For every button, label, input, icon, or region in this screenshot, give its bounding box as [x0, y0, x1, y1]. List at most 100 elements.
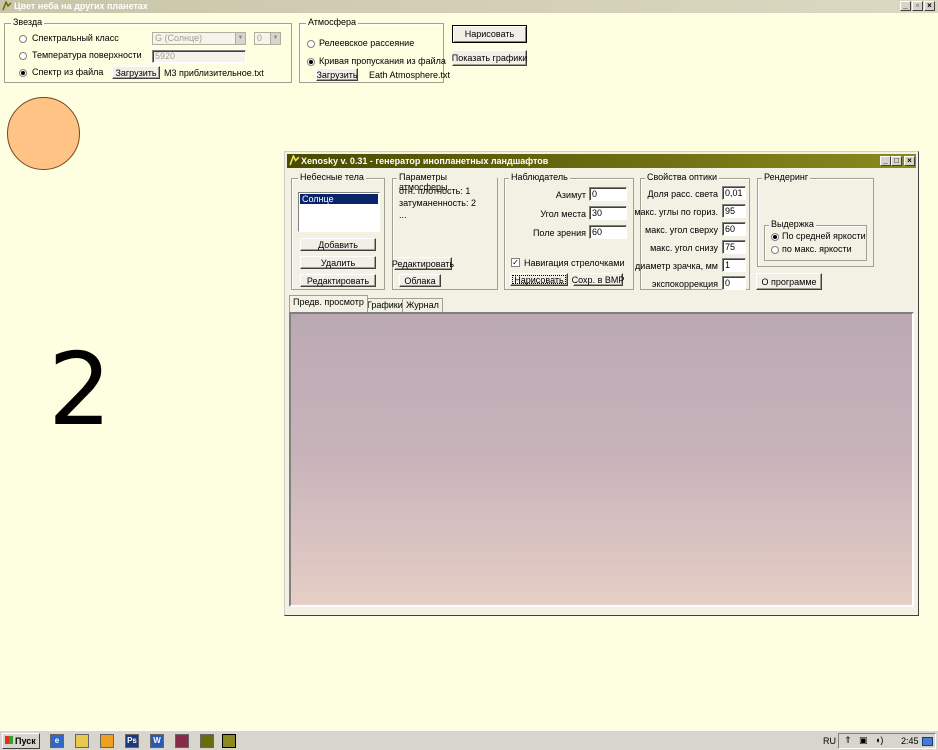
optics-label-top: макс. угол сверху [645, 225, 718, 235]
sky-preview[interactable] [289, 312, 914, 607]
close-button[interactable]: × [924, 1, 935, 11]
about-button[interactable]: О программе [756, 273, 822, 290]
restore-button[interactable]: ▫ [912, 1, 923, 11]
temperature-input[interactable]: 5920 [152, 50, 246, 63]
xenosky-window: Xenosky v. 0.31 - генератор инопланетных… [284, 151, 919, 616]
add-body-button[interactable]: Добавить [300, 238, 376, 251]
optics-label-horiz: макс. углы по гориз. [634, 207, 718, 217]
sky-color-task-icon[interactable] [222, 734, 236, 748]
atm-param-density: отн. плотность: 1 [399, 186, 471, 196]
bodies-list[interactable]: Солнце [298, 192, 380, 232]
rayleigh-radio[interactable] [307, 40, 315, 48]
optics-input-top[interactable]: 60 [722, 222, 746, 236]
minimize-button[interactable]: _ [900, 1, 911, 11]
optics-input-bottom[interactable]: 75 [722, 240, 746, 254]
save-bmp-button[interactable]: Сохр. в BMP [572, 273, 624, 286]
network-icon[interactable]: ▣ [859, 735, 868, 746]
tray-arrow-icon[interactable]: ⇑ [844, 735, 852, 746]
optics-input-scatter[interactable]: 0,01 [722, 186, 746, 200]
elevation-input[interactable]: 30 [589, 206, 627, 220]
optics-label-exposure: экспокоррекция [651, 279, 718, 289]
optics-input-pupil[interactable]: 1 [722, 258, 746, 272]
windows-logo-icon [5, 736, 13, 744]
spectral-class-select[interactable]: G (Солнце) ▼ [152, 32, 246, 45]
transmission-curve-label: Кривая пропускания из файла [319, 56, 446, 66]
xenosky-title-bar: Xenosky v. 0.31 - генератор инопланетных… [287, 154, 916, 168]
observer-draw-button[interactable]: Нарисовать [510, 273, 568, 286]
average-brightness-radio[interactable] [771, 233, 779, 241]
star-load-button[interactable]: Загрузить [112, 66, 160, 79]
ie-icon[interactable]: e [50, 734, 64, 748]
transmission-curve-radio[interactable] [307, 58, 315, 66]
optics-label-bottom: макс. угол снизу [650, 243, 718, 253]
optics-input-exposure[interactable]: 0 [722, 276, 746, 290]
atm-param-more: ... [399, 210, 407, 220]
atmosphere-group-label: Атмосфера [306, 17, 359, 27]
elevation-label: Угол места [540, 209, 586, 219]
rendering-group-label: Рендеринг [762, 172, 811, 182]
rayleigh-label: Релеевское рассеяние [319, 38, 415, 48]
volume-icon[interactable]: ◖) [875, 735, 883, 745]
field-of-view-label: Поле зрения [532, 228, 586, 238]
rendering-group: Рендеринг Выдержка По средней яркости по… [757, 172, 874, 267]
archive-icon[interactable] [175, 734, 189, 748]
optics-label-scatter: Доля расс. света [647, 189, 718, 199]
window-title-bar: Цвет неба на других планетах [0, 0, 938, 13]
xenosky-minimize-button[interactable]: _ [880, 156, 891, 166]
star-disc [7, 97, 80, 170]
optics-input-horiz[interactable]: 95 [722, 204, 746, 218]
xenosky-maximize-button[interactable]: □ [891, 156, 902, 166]
bodies-group: Небесные тела Солнце Добавить Удалить Ре… [291, 172, 385, 290]
atmosphere-load-button[interactable]: Загрузить [316, 68, 358, 81]
azimuth-label: Азимут [555, 190, 586, 200]
spectral-subclass-select[interactable]: 0 ▼ [254, 32, 281, 45]
edit-atmosphere-button[interactable]: Редактировать [392, 257, 454, 270]
step-number: 2 [48, 331, 112, 448]
spectrum-from-file-label: Спектр из файла [32, 67, 104, 77]
app-icon [2, 1, 12, 11]
atm-params-group: Параметры атмосферы отн. плотность: 1 за… [392, 172, 498, 290]
max-brightness-label: по макс. яркости [782, 244, 852, 254]
azimuth-input[interactable]: 0 [589, 187, 627, 201]
tab-graphs[interactable]: Графики [363, 298, 407, 313]
clouds-button[interactable]: Облака [399, 274, 441, 287]
spectral-class-radio[interactable] [19, 35, 27, 43]
field-of-view-input[interactable]: 60 [589, 225, 627, 239]
media-icon[interactable] [100, 734, 114, 748]
delete-body-button[interactable]: Удалить [300, 256, 376, 269]
star-group: Звезда Спектральный класс Температура по… [4, 17, 292, 83]
tab-preview[interactable]: Предв. просмотр [289, 295, 368, 312]
settings-panel: Звезда Спектральный класс Температура по… [0, 13, 938, 90]
observer-group-label: Наблюдатель [509, 172, 570, 182]
taskbar: Пуск e Ps W RU ⇑ ▣ ◖) 2:45 [0, 730, 938, 750]
surface-temperature-label: Температура поверхности [32, 50, 142, 60]
surface-temperature-radio[interactable] [19, 52, 27, 60]
star-group-label: Звезда [11, 17, 45, 27]
xenosky-task-icon[interactable] [200, 734, 214, 748]
photoshop-icon[interactable]: Ps [125, 734, 139, 748]
chevron-down-icon: ▼ [270, 33, 280, 44]
spectral-class-label: Спектральный класс [32, 33, 119, 43]
xenosky-close-button[interactable]: × [904, 156, 915, 166]
exposure-group: Выдержка По средней яркости по макс. ярк… [764, 219, 867, 261]
optics-group: Свойства оптики Доля расс. света 0,01 ма… [634, 172, 750, 290]
folder-icon[interactable] [75, 734, 89, 748]
show-graphs-button[interactable]: Показать графики [452, 50, 527, 66]
word-icon[interactable]: W [150, 734, 164, 748]
language-indicator[interactable]: RU [823, 736, 836, 746]
tab-log[interactable]: Журнал [402, 298, 443, 313]
list-item[interactable]: Солнце [300, 194, 378, 204]
optics-label-pupil: диаметр зрачка, мм [635, 261, 718, 271]
system-tray: ⇑ ▣ ◖) 2:45 [838, 733, 936, 749]
observer-group: Наблюдатель Азимут 0 Угол места 30 Поле … [504, 172, 634, 290]
edit-body-button[interactable]: Редактировать [300, 274, 376, 287]
spectrum-from-file-radio[interactable] [19, 69, 27, 77]
arrow-navigation-checkbox[interactable]: ✓ [511, 258, 520, 267]
arrow-navigation-label: Навигация стрелочками [524, 258, 625, 268]
window-title: Цвет неба на других планетах [14, 1, 148, 11]
draw-button[interactable]: Нарисовать [452, 25, 527, 43]
exposure-group-label: Выдержка [769, 219, 816, 229]
max-brightness-radio[interactable] [771, 246, 779, 254]
desktop-icon[interactable] [922, 737, 933, 746]
clock[interactable]: 2:45 [901, 736, 919, 746]
